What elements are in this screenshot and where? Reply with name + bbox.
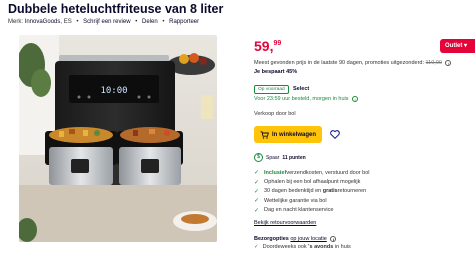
points-icon: $ bbox=[254, 153, 263, 162]
usp-bold: gratis bbox=[322, 188, 338, 195]
share-link[interactable]: Delen bbox=[142, 19, 158, 25]
wishlist-heart-icon[interactable] bbox=[330, 130, 340, 139]
lowest-price-text: Meest gevonden prijs in de laatste 90 da… bbox=[254, 60, 424, 66]
add-to-cart-button[interactable]: In winkelwagen bbox=[254, 126, 322, 143]
spaar-text: Spaar bbox=[266, 154, 280, 161]
lowest-price-note: Meest gevonden prijs in de laatste 90 da… bbox=[254, 60, 452, 66]
brand-link[interactable]: InnovaGoods bbox=[25, 19, 61, 25]
usp-text: 30 dagen bedenktijd en bbox=[264, 188, 322, 195]
spaar-points: 11 punten bbox=[282, 154, 306, 161]
price: 59,99 bbox=[254, 38, 281, 54]
price-cents: 99 bbox=[273, 40, 282, 47]
evening-delivery-item: ✓ Doordeweeks ook 's avonds in huis bbox=[254, 244, 351, 250]
check-icon: ✓ bbox=[254, 198, 260, 205]
meta-separator: • bbox=[135, 19, 138, 25]
product-title: Dubbele heteluchtfriteuse van 8 liter bbox=[8, 2, 224, 16]
lowest-price-value: 110,00 bbox=[425, 60, 442, 66]
check-icon: ✓ bbox=[254, 179, 260, 186]
usp-text: verzendkosten, verstuurd door bol bbox=[286, 169, 370, 176]
stock-badge: Op voorraad bbox=[254, 85, 289, 94]
usp-text: Wettelijke garantie via bol bbox=[264, 197, 327, 204]
usp-list: ✓ Inclusief verzendkosten, verstuurd doo… bbox=[254, 168, 369, 215]
usp-item: ✓ Wettelijke garantie via bol bbox=[254, 196, 369, 205]
product-meta: Merk: InnovaGoods, ES • Schrijf een revi… bbox=[8, 19, 199, 25]
saving-text: Je bespaart 45% bbox=[254, 69, 298, 75]
loyalty-points: $ Spaar 11 punten bbox=[254, 153, 306, 162]
seller-text: Verkoop door bol bbox=[254, 111, 296, 117]
check-icon: ✓ bbox=[254, 188, 260, 195]
select-badge[interactable]: Select bbox=[293, 86, 309, 92]
usp-item: ✓ Ophalen bij een bol afhaalpunt mogelij… bbox=[254, 177, 369, 186]
outlet-button[interactable]: Outlet ▾ bbox=[440, 39, 475, 53]
write-review-link[interactable]: Schrijf een review bbox=[83, 19, 130, 25]
delivery-text: Voor 23:59 uur besteld, morgen in huis bbox=[254, 96, 349, 102]
evening-prefix: Doordeweeks ook bbox=[262, 244, 309, 250]
check-icon: ✓ bbox=[254, 207, 260, 214]
air-fryer-photo: 10:00 bbox=[19, 35, 217, 242]
info-icon[interactable]: i bbox=[352, 96, 359, 102]
check-icon: ✓ bbox=[254, 170, 260, 177]
meta-separator: • bbox=[76, 19, 79, 25]
price-main: 59, bbox=[254, 38, 274, 54]
usp-prefix: Inclusief bbox=[264, 169, 287, 176]
delivery-options-title: Bezorgopties bbox=[254, 236, 289, 242]
evening-suffix: in huis bbox=[333, 244, 351, 250]
evening-bold: 's avonds bbox=[308, 244, 334, 250]
brand-label: Merk: bbox=[8, 19, 23, 25]
product-image[interactable]: 10:00 bbox=[19, 35, 217, 242]
usp-item: ✓ Inclusief verzendkosten, verstuurd doo… bbox=[254, 168, 369, 177]
delivery-promise: Voor 23:59 uur besteld, morgen in huis i bbox=[254, 96, 359, 102]
cart-icon bbox=[260, 130, 269, 139]
usp-text: Dag en nacht klantenservice bbox=[264, 207, 334, 214]
check-icon: ✓ bbox=[254, 244, 259, 250]
usp-item: ✓ Dag en nacht klantenservice bbox=[254, 206, 369, 215]
display-time: 10:00 bbox=[100, 86, 127, 96]
report-link[interactable]: Rapporteer bbox=[169, 19, 199, 25]
cart-label: In winkelwagen bbox=[271, 131, 316, 138]
meta-separator: • bbox=[162, 19, 165, 25]
delivery-options: Bezorgopties op jouw locatie i bbox=[254, 236, 337, 242]
outlet-label: Outlet bbox=[445, 43, 463, 49]
usp-item: ✓ 30 dagen bedenktijd en gratis retourne… bbox=[254, 187, 369, 196]
info-icon[interactable]: i bbox=[330, 236, 337, 242]
brand-suffix: , ES bbox=[60, 19, 72, 25]
usp-suffix: retourneren bbox=[337, 188, 367, 195]
info-icon[interactable]: i bbox=[445, 60, 452, 66]
location-link[interactable]: op jouw locatie bbox=[290, 236, 326, 242]
usp-text: Ophalen bij een bol afhaalpunt mogelijk bbox=[264, 179, 361, 186]
chevron-down-icon: ▾ bbox=[464, 43, 468, 49]
return-conditions-link[interactable]: Bekijk retourvoorwaarden bbox=[254, 220, 316, 226]
